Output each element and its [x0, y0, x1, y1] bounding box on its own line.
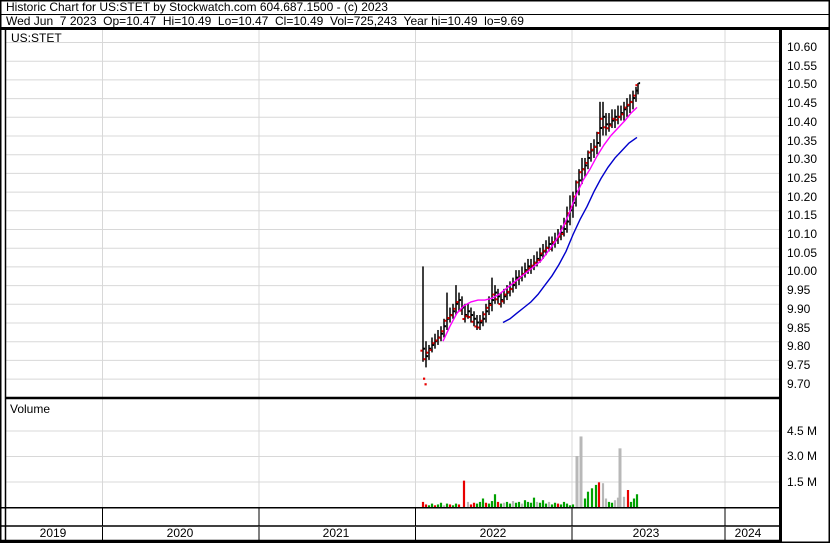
year-label: 2021	[322, 526, 350, 540]
quote-summary-line: Wed Jun 7 2023 Op=10.47 Hi=10.49 Lo=10.4…	[6, 14, 524, 28]
price-tick-label: 10.55	[787, 58, 818, 73]
year-label: 2019	[39, 526, 67, 540]
price-tick-label: 9.80	[787, 339, 811, 354]
price-tick-label: 10.40	[787, 114, 818, 129]
price-tick-label: 10.15	[787, 208, 818, 223]
price-tick-label: 9.90	[787, 301, 811, 316]
price-tick-label: 10.00	[787, 264, 818, 279]
year-label: 2023	[632, 526, 660, 540]
year-label: 2020	[166, 526, 194, 540]
price-tick-label: 10.50	[787, 77, 818, 92]
chart-canvas	[0, 0, 830, 543]
price-tick-label: 9.95	[787, 283, 811, 298]
price-tick-label: 9.70	[787, 376, 811, 391]
year-label: 2022	[479, 526, 507, 540]
price-tick-label: 9.85	[787, 320, 811, 335]
symbol-label: US:STET	[11, 31, 62, 45]
stockwatch-historic-chart-window: Historic Chart for US:STET by Stockwatch…	[0, 0, 830, 543]
price-tick-label: 10.45	[787, 96, 818, 111]
price-tick-label: 10.05	[787, 245, 818, 260]
volume-tick-label: 3.0 M	[787, 449, 818, 463]
price-tick-label: 10.10	[787, 227, 818, 241]
price-tick-label: 9.75	[787, 357, 811, 372]
price-tick-label: 10.60	[787, 40, 818, 54]
volume-panel-label: Volume	[10, 402, 51, 416]
volume-tick-label: 4.5 M	[787, 423, 818, 438]
price-tick-label: 10.25	[787, 170, 818, 185]
price-tick-label: 10.35	[787, 133, 818, 148]
chart-title: Historic Chart for US:STET by Stockwatch…	[6, 0, 388, 14]
price-tick-label: 10.20	[787, 189, 818, 204]
volume-tick-label: 1.5 M	[787, 474, 818, 489]
price-tick-label: 10.30	[787, 152, 818, 167]
year-label: 2024	[734, 526, 762, 540]
